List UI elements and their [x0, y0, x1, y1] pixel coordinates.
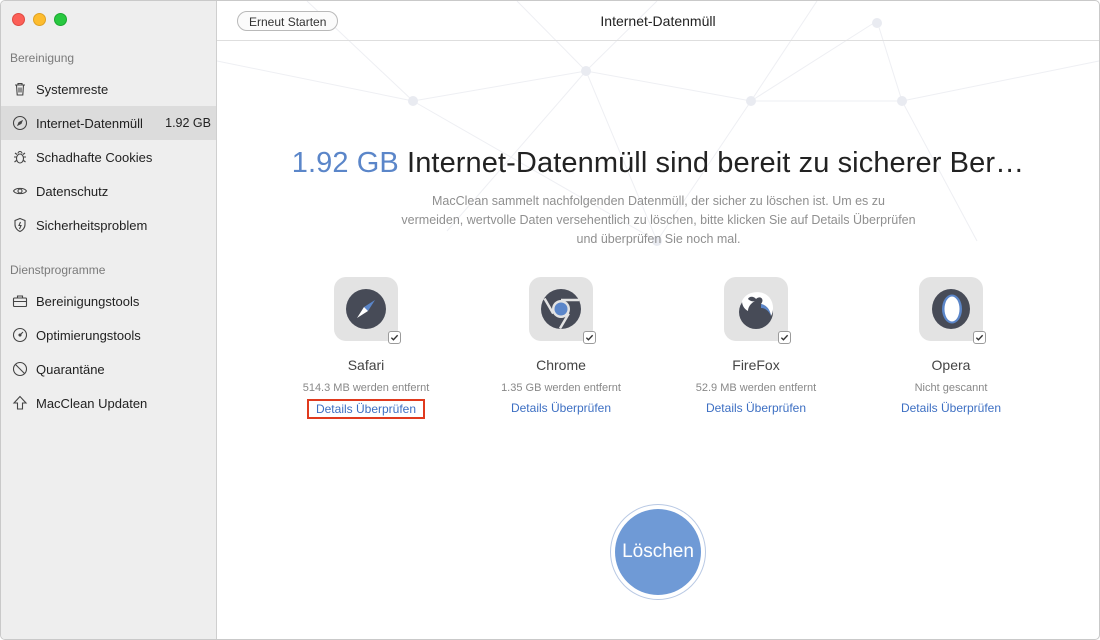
sidebar-item-schadhafte-cookies[interactable]: Schadhafte Cookies [1, 140, 216, 174]
details-link[interactable]: Details Überprüfen [503, 399, 619, 417]
gauge-icon [12, 327, 28, 343]
zoom-button[interactable] [54, 13, 67, 26]
include-checkbox[interactable] [388, 331, 401, 344]
opera-icon [932, 289, 970, 329]
browser-name: Chrome [536, 357, 586, 373]
minimize-button[interactable] [33, 13, 46, 26]
browser-tile[interactable] [529, 277, 596, 344]
sidebar-item-label: Optimierungstools [36, 327, 141, 343]
sidebar-item-systemreste[interactable]: Systemreste [1, 72, 216, 106]
sidebar-item-datenschutz[interactable]: Datenschutz [1, 174, 216, 208]
section-title-dienstprogramme: Dienstprogramme [10, 263, 106, 277]
browser-name: FireFox [732, 357, 780, 373]
sidebar-item-quarantaene[interactable]: Quarantäne [1, 352, 216, 386]
junk-size-badge: 1.92 GB [165, 116, 211, 130]
sidebar-item-label: Quarantäne [36, 361, 105, 377]
browser-status: 52.9 MB werden entfernt [695, 382, 817, 394]
sidebar-item-label: Systemreste [36, 81, 109, 97]
close-button[interactable] [12, 13, 25, 26]
browser-card-opera: Opera Nicht gescannt Details Überprüfen [886, 277, 1016, 417]
app-window: Bereinigung Systemreste Internet-Datenmü… [0, 0, 1100, 640]
browser-tile[interactable] [334, 277, 401, 344]
sidebar-item-sicherheitsproblem[interactable]: Sicherheitsproblem [1, 208, 216, 242]
sidebar-item-label: Internet-Datenmüll [36, 115, 143, 131]
section-title-bereinigung: Bereinigung [10, 51, 75, 65]
sidebar-item-label: Bereinigungstools [36, 293, 140, 309]
window-title: Internet-Datenmüll [600, 13, 716, 29]
compass-icon [12, 115, 28, 131]
sidebar-item-bereinigungstools[interactable]: Bereinigungstools [1, 284, 216, 318]
chrome-icon [541, 289, 581, 330]
browser-tile[interactable] [724, 277, 791, 344]
sidebar-item-label: Sicherheitsproblem [36, 217, 148, 233]
browser-status: 514.3 MB werden entfernt [302, 382, 430, 394]
firefox-icon [739, 292, 774, 329]
toolbar: Erneut Starten Internet-Datenmüll [217, 1, 1099, 41]
browser-card-safari: Safari 514.3 MB werden entfernt Details … [301, 277, 431, 419]
sidebar-item-macclean-updaten[interactable]: MacClean Updaten [1, 386, 216, 420]
sidebar-item-label: MacClean Updaten [36, 395, 148, 411]
quarantine-icon [12, 361, 28, 377]
safari-icon [346, 289, 386, 329]
bug-icon [12, 149, 28, 165]
browser-status: 1.35 GB werden entfernt [501, 382, 621, 394]
browser-card-chrome: Chrome 1.35 GB werden entfernt Details Ü… [496, 277, 626, 417]
include-checkbox[interactable] [583, 331, 596, 344]
sidebar-item-internet-datenmuell[interactable]: Internet-Datenmüll 1.92 GB [1, 106, 216, 140]
browser-tile[interactable] [919, 277, 986, 344]
delete-button[interactable]: Löschen [615, 509, 701, 595]
browser-status: Nicht gescannt [914, 382, 988, 394]
details-link[interactable]: Details Überprüfen [698, 399, 814, 417]
browser-name: Opera [931, 357, 971, 373]
headline-text: Internet-Datenmüll sind bereit zu sicher… [398, 147, 1025, 179]
toolbox-icon [12, 293, 28, 309]
browser-name: Safari [347, 357, 385, 373]
page-title: 1.92 GB Internet-Datenmüll sind bereit z… [217, 147, 1099, 180]
sidebar-item-label: Datenschutz [36, 183, 109, 199]
trash-icon [12, 81, 28, 97]
junk-amount: 1.92 GB [291, 147, 399, 179]
browser-card-firefox: FireFox 52.9 MB werden entfernt Details … [691, 277, 821, 417]
arrow-up-icon [12, 395, 28, 411]
details-link[interactable]: Details Überprüfen [306, 399, 426, 419]
description-text: MacClean sammelt nachfolgenden Datenmüll… [401, 194, 916, 246]
details-link[interactable]: Details Überprüfen [893, 399, 1009, 417]
sidebar-item-optimierungstools[interactable]: Optimierungstools [1, 318, 216, 352]
shield-icon [12, 217, 28, 233]
sidebar: Bereinigung Systemreste Internet-Datenmü… [1, 1, 217, 639]
include-checkbox[interactable] [778, 331, 791, 344]
include-checkbox[interactable] [973, 331, 986, 344]
window-controls [12, 13, 67, 26]
sidebar-item-label: Schadhafte Cookies [36, 149, 153, 165]
eye-icon [12, 183, 28, 199]
